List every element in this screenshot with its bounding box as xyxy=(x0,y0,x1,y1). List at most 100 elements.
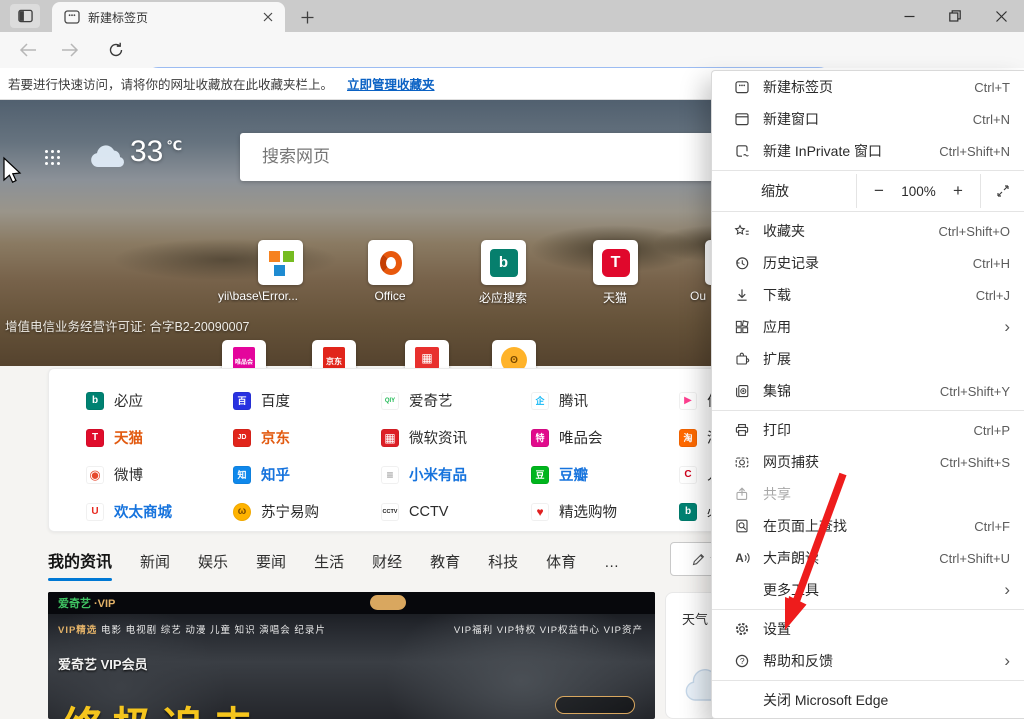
tmall-icon: T xyxy=(86,429,104,447)
tab-life[interactable]: 生活 xyxy=(314,551,344,572)
menu-item-settings[interactable]: 设置 xyxy=(712,613,1024,645)
ad-search-button[interactable] xyxy=(370,595,406,610)
zoom-out-button[interactable]: − xyxy=(869,181,889,201)
submenu-arrow-icon xyxy=(1004,651,1010,671)
menu-item-new-inprivate-window[interactable]: 新建 InPrivate 窗口Ctrl+Shift+N xyxy=(712,135,1024,167)
shortcut-tile-bing[interactable]: b xyxy=(481,240,526,285)
back-icon xyxy=(19,43,37,57)
history-icon xyxy=(734,255,750,271)
new-tab-button[interactable] xyxy=(297,7,317,27)
quick-link-baidu[interactable]: 百百度 xyxy=(233,382,381,419)
refresh-button[interactable] xyxy=(104,39,128,61)
weather-cloud-icon[interactable] xyxy=(88,143,128,169)
tab-my-feed[interactable]: 我的资讯 xyxy=(48,548,112,572)
menu-divider xyxy=(712,680,1024,681)
quick-link-suning[interactable]: ω苏宁易购 xyxy=(233,493,381,530)
find-on-page-icon xyxy=(734,518,750,534)
temperature-value: 33 xyxy=(130,135,163,168)
taobao-icon: 淘 xyxy=(679,429,697,447)
menu-item-apps[interactable]: 应用 xyxy=(712,311,1024,343)
quick-link-bing[interactable]: b必应 xyxy=(86,382,233,419)
zoom-label: 缩放 xyxy=(712,174,856,208)
pencil-icon xyxy=(692,553,705,566)
ad-nav: VIP精选 电影 电视剧 综艺 动漫 儿童 知识 演唱会 纪录片 xyxy=(58,622,326,636)
shortcut-tile-yii[interactable] xyxy=(258,240,303,285)
tab-close-icon[interactable] xyxy=(259,8,277,26)
menu-item-collections[interactable]: 集锦Ctrl+Shift+Y xyxy=(712,375,1024,407)
page-layout-button[interactable] xyxy=(44,149,61,166)
quick-link-tmall[interactable]: T天猫 xyxy=(86,419,233,456)
quick-link-vipshop[interactable]: 特唯品会 xyxy=(531,419,679,456)
tab-education[interactable]: 教育 xyxy=(430,551,460,572)
minimize-button[interactable] xyxy=(886,0,932,32)
shortcut-tile-tmall[interactable]: T xyxy=(593,240,638,285)
tab-headlines[interactable]: 要闻 xyxy=(256,551,286,572)
quick-link-iqiyi[interactable]: QIY爱奇艺 xyxy=(381,382,531,419)
window-controls xyxy=(886,0,1024,32)
back-button[interactable] xyxy=(16,39,40,61)
settings-gear-icon xyxy=(734,621,750,637)
shopping-cart-icon: ♥ xyxy=(531,503,549,521)
tab-sports[interactable]: 体育 xyxy=(546,551,576,572)
fullscreen-button[interactable] xyxy=(981,174,1024,208)
submenu-arrow-icon xyxy=(1004,317,1010,337)
youku-icon: ▶ xyxy=(679,392,697,410)
bing-icon: b xyxy=(679,503,697,521)
extensions-icon xyxy=(734,351,750,367)
menu-item-favorites[interactable]: 收藏夹Ctrl+Shift+O xyxy=(712,215,1024,247)
quick-link-douban[interactable]: 豆豆瓣 xyxy=(531,456,679,493)
shortcut-tile-office[interactable] xyxy=(368,240,413,285)
menu-item-more-tools[interactable]: 更多工具 xyxy=(712,574,1024,606)
new-tab-icon xyxy=(734,79,750,95)
restore-button[interactable] xyxy=(932,0,978,32)
ad-cta-button[interactable] xyxy=(555,696,635,714)
quick-link-msn[interactable]: ▦微软资讯 xyxy=(381,419,531,456)
tab-tech[interactable]: 科技 xyxy=(488,551,518,572)
temperature[interactable]: 33℃ xyxy=(130,135,182,169)
menu-item-new-window[interactable]: 新建窗口Ctrl+N xyxy=(712,103,1024,135)
zoom-in-button[interactable]: + xyxy=(948,181,968,201)
quick-link-oppo[interactable]: U欢太商城 xyxy=(86,493,233,530)
menu-item-history[interactable]: 历史记录Ctrl+H xyxy=(712,247,1024,279)
tab-news[interactable]: 新闻 xyxy=(140,551,170,572)
menu-item-new-tab[interactable]: 新建标签页Ctrl+T xyxy=(712,71,1024,103)
svg-text:A: A xyxy=(735,553,743,565)
quick-link-cctv[interactable]: CCTVCCTV xyxy=(381,493,531,530)
shortcut-label: 必应搜索 xyxy=(443,289,563,306)
close-window-button[interactable] xyxy=(978,0,1024,32)
ad-banner[interactable]: 爱奇艺·VIP VIP精选 电影 电视剧 综艺 动漫 儿童 知识 演唱会 纪录片… xyxy=(48,592,655,719)
bing-icon: b xyxy=(490,249,518,277)
menu-item-web-capture[interactable]: 网页捕获Ctrl+Shift+S xyxy=(712,446,1024,478)
ad-headline: 终极追击 xyxy=(62,694,262,719)
tab-finance[interactable]: 财经 xyxy=(372,551,402,572)
menu-item-extensions[interactable]: 扩展 xyxy=(712,343,1024,375)
new-tab-page-icon xyxy=(64,10,80,24)
tab-entertainment[interactable]: 娱乐 xyxy=(198,551,228,572)
workspaces-button[interactable] xyxy=(10,4,40,28)
menu-item-close-edge[interactable]: 关闭 Microsoft Edge xyxy=(712,684,1024,716)
menu-item-read-aloud[interactable]: A 大声朗读Ctrl+Shift+U xyxy=(712,542,1024,574)
iqiyi-icon: QIY xyxy=(381,392,399,410)
quick-link-tencent[interactable]: 企腾讯 xyxy=(531,382,679,419)
read-aloud-icon: A xyxy=(734,550,750,566)
weibo-icon: ◉ xyxy=(86,466,104,484)
active-tab[interactable]: 新建标签页 xyxy=(52,2,285,32)
forward-button[interactable] xyxy=(58,39,82,61)
menu-item-downloads[interactable]: 下载Ctrl+J xyxy=(712,279,1024,311)
quick-link-xiaomi[interactable]: ≡小米有品 xyxy=(381,456,531,493)
close-icon xyxy=(996,11,1007,22)
quick-link-weibo[interactable]: ◉微博 xyxy=(86,456,233,493)
zoom-value: 100% xyxy=(901,184,936,199)
manage-favorites-link[interactable]: 立即管理收藏夹 xyxy=(347,74,435,93)
menu-item-help-feedback[interactable]: ? 帮助和反馈 xyxy=(712,645,1024,677)
baidu-icon: 百 xyxy=(233,392,251,410)
tab-title: 新建标签页 xyxy=(88,9,259,26)
quick-link-zhihu[interactable]: 知知乎 xyxy=(233,456,381,493)
quick-link-jd[interactable]: JD京东 xyxy=(233,419,381,456)
refresh-icon xyxy=(108,42,124,58)
menu-item-print[interactable]: 打印Ctrl+P xyxy=(712,414,1024,446)
more-tabs-icon[interactable]: … xyxy=(604,554,619,571)
menu-item-find-on-page[interactable]: 在页面上查找Ctrl+F xyxy=(712,510,1024,542)
quick-link-shopping[interactable]: ♥精选购物 xyxy=(531,493,679,530)
news-tabs: 我的资讯 新闻 娱乐 要闻 生活 财经 教育 科技 体育 … xyxy=(48,548,619,572)
